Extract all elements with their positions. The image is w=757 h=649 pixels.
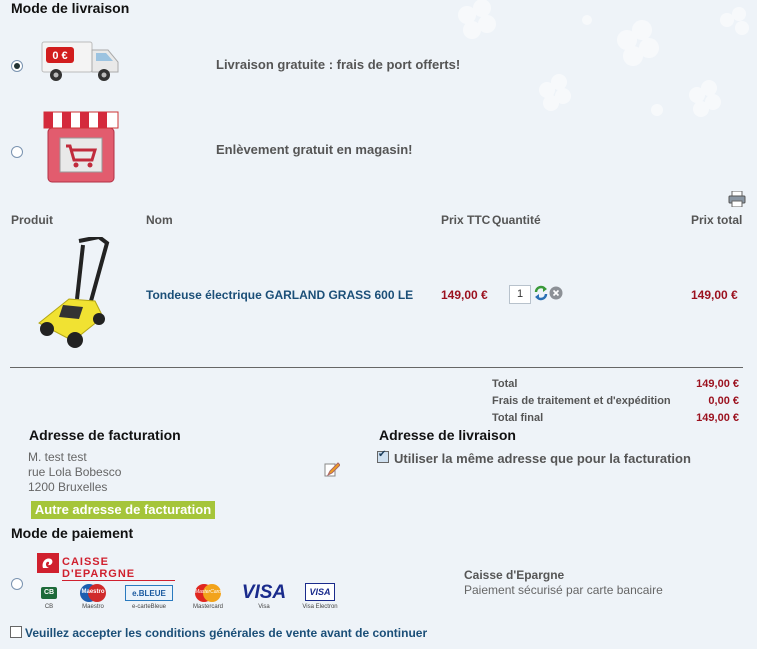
- terms-label[interactable]: Veuillez accepter les conditions général…: [25, 626, 427, 640]
- card-maestro-text: Maestro: [81, 589, 105, 595]
- store-cart-icon: [43, 111, 119, 183]
- fees-label: Frais de traitement et d'expédition: [492, 395, 671, 407]
- final-total-label: Total final: [492, 412, 544, 424]
- squirrel-logo-icon: [37, 553, 59, 573]
- column-header-product: Produit: [11, 213, 53, 227]
- card-ebleue-logo: e.BLEUE: [125, 583, 173, 603]
- card-ebleue-caption: e-carteBleue: [131, 604, 167, 610]
- final-total-value: 149,00 €: [696, 412, 739, 424]
- total-label: Total: [492, 378, 518, 390]
- same-address-checkbox[interactable]: [377, 449, 389, 463]
- printer-icon[interactable]: [728, 191, 746, 207]
- card-visa-text: VISA: [241, 582, 287, 603]
- product-line-total: 149,00 €: [691, 288, 738, 302]
- product-price: 149,00 €: [441, 288, 488, 302]
- billing-line-city: 1200 Bruxelles: [28, 480, 108, 494]
- same-address-label: Utiliser la même adresse que pour la fac…: [394, 451, 691, 466]
- card-cb-logo: CB: [41, 583, 57, 603]
- caisse-epargne-logo: CAISSE D'EPARGNE: [37, 553, 175, 581]
- card-maestro-logo: Maestro: [78, 583, 108, 603]
- column-header-price: Prix TTC: [441, 213, 491, 227]
- edit-address-icon[interactable]: [324, 461, 340, 477]
- payment-method-name: Caisse d'Epargne: [464, 568, 565, 582]
- card-visa-logo: VISA: [241, 583, 287, 603]
- card-visa-electron-logo: VISA: [305, 583, 335, 603]
- refresh-quantity-icon[interactable]: [533, 285, 549, 301]
- column-header-name: Nom: [146, 213, 173, 227]
- quantity-input[interactable]: 1: [509, 285, 531, 304]
- card-mastercard-caption: Mastercard: [192, 604, 223, 610]
- shipping-option-delivery-label: Livraison gratuite : frais de port offer…: [216, 57, 461, 72]
- payment-title: Mode de paiement: [11, 525, 134, 541]
- card-mastercard-logo: MasterCard: [192, 583, 224, 603]
- cart-divider: [10, 367, 743, 368]
- fees-value: 0,00 €: [708, 395, 739, 407]
- card-cb-caption: CB: [44, 604, 54, 610]
- terms-checkbox[interactable]: [10, 626, 22, 638]
- shipping-title: Mode de livraison: [11, 0, 130, 16]
- card-visa-electron-caption: Visa Electron: [302, 604, 338, 610]
- payment-option-radio[interactable]: [11, 578, 23, 590]
- delivery-address-title: Adresse de livraison: [379, 427, 516, 443]
- lawnmower-icon[interactable]: [33, 237, 113, 349]
- card-ebleue-text: e.BLEUE: [125, 585, 173, 601]
- billing-line-street: rue Lola Bobesco: [28, 465, 122, 479]
- shipping-option-pickup-label: Enlèvement gratuit en magasin!: [216, 142, 413, 157]
- shipping-option-delivery-radio[interactable]: [11, 60, 23, 72]
- other-billing-address-button[interactable]: Autre adresse de facturation: [31, 501, 215, 519]
- card-maestro-caption: Maestro: [82, 604, 104, 610]
- column-header-total: Prix total: [691, 213, 743, 227]
- billing-line-name: M. test test: [28, 450, 87, 464]
- card-visa-electron-text: VISA: [305, 583, 335, 601]
- shipping-option-pickup-radio[interactable]: [11, 146, 23, 158]
- total-value: 149,00 €: [696, 378, 739, 390]
- product-name-link[interactable]: Tondeuse électrique GARLAND GRASS 600 LE: [146, 288, 413, 302]
- card-mastercard-text: MasterCard: [194, 589, 222, 595]
- payment-method-description: Paiement sécurisé par carte bancaire: [464, 583, 663, 597]
- truck-badge-text: 0 €: [52, 50, 67, 62]
- card-visa-caption: Visa: [258, 604, 270, 610]
- bank-logo-text: CAISSE D'EPARGNE: [62, 556, 175, 581]
- remove-item-icon[interactable]: [549, 286, 563, 300]
- background-flowers: [458, 0, 749, 117]
- card-cb-text: CB: [41, 587, 57, 599]
- billing-title: Adresse de facturation: [29, 427, 181, 443]
- column-header-quantity: Quantité: [492, 213, 541, 227]
- delivery-truck-icon: 0 €: [41, 41, 119, 81]
